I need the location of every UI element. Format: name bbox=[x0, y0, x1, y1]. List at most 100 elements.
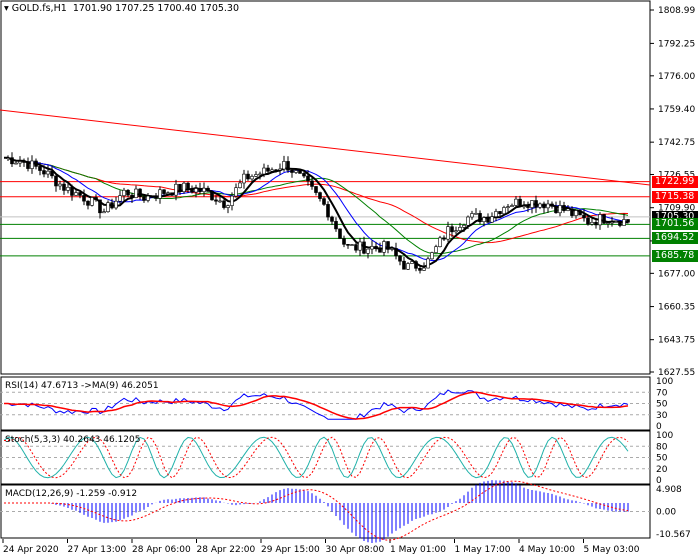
candle bbox=[350, 244, 354, 246]
candle bbox=[270, 169, 274, 172]
candle bbox=[70, 186, 74, 196]
candle bbox=[78, 192, 82, 196]
candle bbox=[474, 213, 478, 215]
candle bbox=[306, 175, 310, 182]
macd-label: MACD(12,26,9) -1.259 -0.912 bbox=[5, 489, 138, 499]
candle bbox=[330, 216, 334, 222]
candle bbox=[246, 173, 250, 180]
x-tick-label: 1 May 17:00 bbox=[455, 545, 511, 555]
candle bbox=[370, 246, 374, 250]
candle bbox=[430, 252, 434, 260]
candle bbox=[366, 248, 370, 254]
candle bbox=[102, 211, 106, 214]
candle bbox=[18, 161, 22, 164]
candle bbox=[414, 261, 418, 269]
candle bbox=[418, 268, 422, 271]
y-tick-label: 1759.40 bbox=[658, 105, 695, 115]
candle bbox=[290, 169, 294, 173]
candle bbox=[170, 192, 174, 196]
candle bbox=[66, 186, 70, 191]
candle bbox=[422, 267, 426, 271]
candle bbox=[578, 210, 582, 216]
candle bbox=[486, 217, 490, 223]
candle bbox=[42, 170, 46, 175]
candle bbox=[614, 221, 618, 223]
candle bbox=[482, 217, 486, 223]
candle bbox=[226, 205, 230, 208]
candle bbox=[590, 222, 594, 225]
candle bbox=[490, 216, 494, 223]
candle bbox=[586, 217, 590, 225]
candle bbox=[206, 187, 210, 192]
candle bbox=[602, 214, 606, 224]
candle bbox=[478, 213, 482, 223]
stoch-tick-label: 80 bbox=[656, 442, 668, 452]
candle bbox=[14, 162, 18, 165]
ma-blue bbox=[3, 157, 629, 262]
candle bbox=[190, 188, 194, 193]
candle bbox=[114, 200, 118, 209]
candle bbox=[158, 189, 162, 199]
candle bbox=[230, 195, 234, 206]
candle bbox=[358, 241, 362, 251]
candle bbox=[310, 180, 314, 187]
candle bbox=[562, 205, 566, 211]
candle bbox=[138, 188, 142, 198]
price-chart[interactable]: 1808.991792.251776.001759.401742.751726.… bbox=[0, 0, 700, 560]
candle bbox=[242, 173, 246, 184]
x-tick-label: 24 Apr 2020 bbox=[3, 545, 59, 555]
candle bbox=[398, 255, 402, 262]
candle bbox=[450, 226, 454, 233]
stoch-tick-label: 20 bbox=[656, 465, 668, 475]
x-tick-label: 28 Apr 22:00 bbox=[197, 545, 256, 555]
candle bbox=[30, 160, 34, 169]
candle bbox=[250, 176, 254, 180]
candle bbox=[126, 189, 130, 196]
candle bbox=[82, 195, 86, 202]
stoch-tick-label: 100 bbox=[656, 431, 673, 441]
candle bbox=[466, 216, 470, 226]
candle bbox=[610, 221, 614, 224]
candle bbox=[150, 195, 154, 198]
candle bbox=[438, 237, 442, 248]
candle bbox=[382, 241, 386, 253]
y-tick-label: 1677.00 bbox=[658, 269, 695, 279]
candle bbox=[538, 203, 542, 208]
candle bbox=[22, 161, 26, 163]
candle bbox=[390, 248, 394, 250]
y-tick-label: 1776.00 bbox=[658, 72, 695, 82]
y-tick-label: 1643.75 bbox=[658, 336, 695, 346]
candle bbox=[542, 203, 546, 209]
candle bbox=[294, 170, 298, 173]
candle bbox=[338, 228, 342, 239]
candle bbox=[134, 188, 138, 198]
stoch-label: Stoch(5,3,3) 40.2643 46.1205 bbox=[5, 435, 141, 445]
rsi-tick-label: 30 bbox=[656, 411, 668, 421]
rsi-tick-label: 100 bbox=[656, 377, 673, 387]
candle bbox=[10, 157, 14, 165]
candle bbox=[174, 183, 178, 196]
candle bbox=[374, 246, 378, 249]
candle bbox=[346, 244, 350, 246]
candle bbox=[526, 205, 530, 208]
candle bbox=[58, 183, 62, 187]
candle bbox=[566, 208, 570, 211]
x-tick-label: 5 May 03:00 bbox=[584, 545, 640, 555]
candle bbox=[62, 183, 66, 191]
rsi-label: RSI(14) 47.6713 ->MA(9) 46.2051 bbox=[5, 381, 159, 391]
price-label: 1722.99 bbox=[652, 175, 698, 188]
candle bbox=[146, 195, 150, 201]
rsi-tick-label: 70 bbox=[656, 388, 668, 398]
candle bbox=[106, 202, 110, 213]
candle bbox=[198, 188, 202, 192]
candle bbox=[38, 166, 42, 171]
candle bbox=[462, 224, 466, 228]
candle bbox=[470, 213, 474, 218]
candle bbox=[110, 202, 114, 209]
candle bbox=[262, 167, 266, 175]
candle bbox=[342, 238, 346, 245]
candle bbox=[446, 226, 450, 240]
trendline bbox=[0, 109, 651, 186]
candle bbox=[90, 197, 94, 206]
candle bbox=[34, 160, 38, 167]
